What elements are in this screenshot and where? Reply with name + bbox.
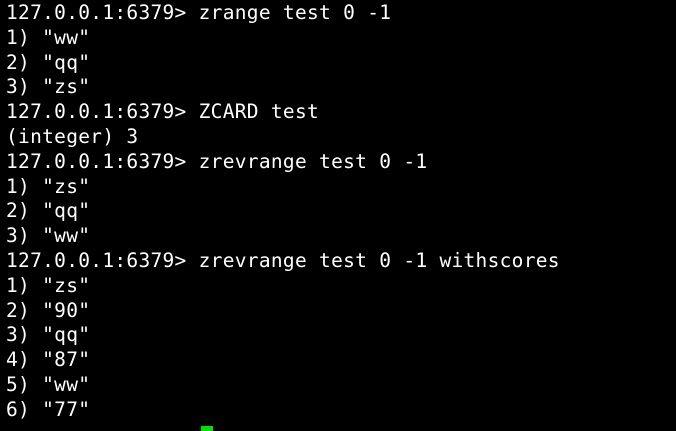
terminal-line-command: 127.0.0.1:6379> ZCARD test <box>6 100 320 124</box>
terminal-line-output: 1) "zs" <box>6 174 91 198</box>
terminal-line-output: 6) "77" <box>6 397 91 421</box>
terminal-line-command: 127.0.0.1:6379> zrevrange test 0 -1 <box>6 149 428 173</box>
terminal-line-output: 1) "zs" <box>6 273 91 297</box>
terminal-line-output: 4) "87" <box>6 348 91 372</box>
terminal-line-output: 1) "ww" <box>6 25 91 49</box>
terminal-output: 127.0.0.1:6379> zrange test 0 -1 1) "ww"… <box>6 1 560 423</box>
terminal-window[interactable]: 127.0.0.1:6379> zrange test 0 -1 1) "ww"… <box>0 0 676 431</box>
terminal-line-output: 3) "ww" <box>6 224 91 248</box>
terminal-line-output: 2) "qq" <box>6 199 91 223</box>
terminal-line-output: 5) "ww" <box>6 372 91 396</box>
terminal-cursor <box>201 426 213 431</box>
terminal-line-command: 127.0.0.1:6379> zrevrange test 0 -1 with… <box>6 248 560 272</box>
terminal-line-output: 3) "zs" <box>6 75 91 99</box>
terminal-line-output: 2) "90" <box>6 298 91 322</box>
terminal-line-command: 127.0.0.1:6379> zrange test 0 -1 <box>6 1 392 24</box>
terminal-line-output: 2) "qq" <box>6 50 91 74</box>
terminal-line-output: (integer) 3 <box>6 124 139 148</box>
terminal-line-output: 3) "qq" <box>6 323 91 347</box>
